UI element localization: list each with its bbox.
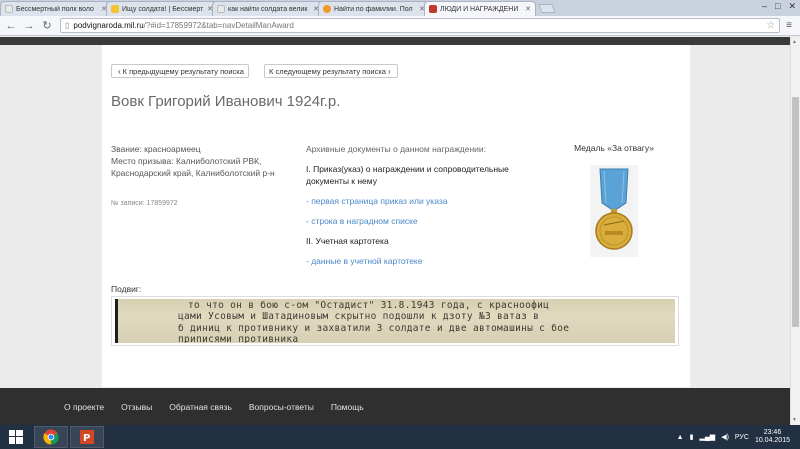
maximize-icon[interactable]: □ [775,1,780,12]
new-tab-button[interactable] [538,4,556,13]
person-rank: Звание: красноармеец [111,144,201,154]
browser-menu-icon[interactable]: ≡ [786,20,792,31]
system-tray: ▲ ▮ ▂▄▆ ◀) РУС 23:46 10.04.2015 [677,425,800,449]
browser-tab-0[interactable]: Бессмертный полк воло ✕ [0,1,112,16]
screen: Бессмертный полк воло ✕ Ищу солдата! | Б… [0,0,800,449]
taskbar-chrome-button[interactable] [34,426,68,448]
next-result-label: К следующему результату поиска [269,66,386,76]
url-path: /?#id=17859972&tab=navDetailManAward [143,21,294,30]
feat-line: приписями противника [178,334,299,343]
close-icon[interactable]: ✕ [788,1,796,12]
footer-link-faq[interactable]: Вопросы-ответы [249,402,314,412]
feat-line: то что он в бою с-ом "Остадист" 31.8.194… [188,300,550,311]
footer-link-about[interactable]: О проекте [64,402,104,412]
back-arrow-icon[interactable]: ← [4,19,18,33]
tab-label: Бессмертный полк воло [16,5,94,13]
feat-line: цами Усовым и Шатадиновым скрытно подошл… [178,311,540,322]
person-name: Вовк Григорий Иванович 1924г.р. [111,93,341,110]
clock-date: 10.04.2015 [754,437,790,444]
site-footer: О проекте Отзывы Обратная связь Вопросы-… [0,388,790,425]
taskbar: P ▲ ▮ ▂▄▆ ◀) РУС 23:46 10.04.2015 [0,425,800,449]
tab-favicon-icon [429,5,437,13]
start-button[interactable] [0,425,32,449]
footer-link-feedback[interactable]: Обратная связь [169,402,232,412]
tab-label: Найти по фамилии. Пол [334,5,413,13]
tab-favicon-icon [323,5,331,13]
link-order-first-page[interactable]: - первая страница приказ или указа [306,195,546,207]
scroll-up-icon[interactable]: ▲ [792,39,797,45]
reload-icon[interactable]: ↻ [40,19,54,33]
clock-time: 23:46 [763,429,782,436]
next-result-button[interactable]: К следующему результату поиска › [264,64,398,78]
main-content: ‹ К предыдущему результату поиска К след… [102,45,690,387]
browser-tab-3[interactable]: Найти по фамилии. Пол ✕ [318,1,430,16]
powerpoint-icon: P [80,430,94,444]
prev-result-button[interactable]: ‹ К предыдущему результату поиска [111,64,249,78]
network-icon[interactable]: ▂▄▆ [699,433,715,441]
archive-heading: Архивные документы о данном награждении: [306,144,486,154]
person-draft-place: Место призыва: Калниболотский РВК, Красн… [111,156,275,178]
clock[interactable]: 23:46 10.04.2015 [755,429,790,445]
volume-icon[interactable]: ◀) [721,433,729,441]
tab-favicon-icon [217,5,225,13]
windows-logo-icon [9,430,23,444]
browser-tab-1[interactable]: Ищу солдата! | Бессмерт ✕ [106,1,218,16]
link-award-list-line[interactable]: - строка в наградном списке [306,215,546,227]
tab-favicon-icon [111,5,119,13]
browser-toolbar: ← → ↻ ▯ podvignaroda.mil.ru/?#id=1785997… [0,16,800,36]
bookmark-star-icon[interactable]: ☆ [766,20,775,31]
prev-result-label: К предыдущему результату поиска [122,66,244,76]
feat-label: Подвиг: [111,284,142,294]
archive-documents: Архивные документы о данном награждении:… [306,143,546,267]
archive-section-order: I. Приказ(указ) о награждении и сопровод… [306,164,509,186]
tab-label: ЛЮДИ И НАГРАЖДЕНИ [440,5,519,13]
window-controls: – □ ✕ [762,1,796,12]
tray-arrow-icon[interactable]: ▲ [677,434,684,441]
browser-tab-2[interactable]: как найти солдата велик ✕ [212,1,324,16]
taskbar-powerpoint-button[interactable]: P [70,426,104,448]
chrome-icon [43,429,59,445]
chevron-left-icon: ‹ [118,66,121,76]
language-indicator[interactable]: РУС [735,434,749,441]
medal-for-courage-image[interactable] [590,165,638,257]
link-card-data[interactable]: - данные в учетной картотеке [306,255,546,267]
forward-arrow-icon[interactable]: → [22,19,36,33]
feat-scan: то что он в бою с-ом "Остадист" 31.8.194… [115,299,675,343]
url-host: podvignaroda.mil.ru [73,21,144,30]
page-icon: ▯ [65,21,70,30]
minimize-icon[interactable]: – [762,1,767,12]
footer-link-help[interactable]: Помощь [331,402,364,412]
browser-tab-4[interactable]: ЛЮДИ И НАГРАЖДЕНИ ✕ [424,1,536,16]
record-number: № записи: 17859972 [111,200,178,207]
tab-strip: Бессмертный полк воло ✕ Ищу солдата! | Б… [0,0,800,16]
award-title: Медаль «За отвагу» [574,143,654,153]
battery-icon[interactable]: ▮ [690,433,694,441]
tab-label: как найти солдата велик [228,5,308,13]
page-viewport: ‹ К предыдущему результату поиска К след… [0,37,790,425]
medal-icon [590,165,638,257]
feat-line: б диниц к противнику и захватили 3 солда… [178,323,570,334]
svg-text:P: P [83,433,90,444]
tab-favicon-icon [5,5,13,13]
page-scrollbar[interactable]: ▲ ▼ [790,37,800,425]
chevron-right-icon: › [387,66,391,76]
feat-document-image: то что он в бою с-ом "Остадист" 31.8.194… [111,296,679,346]
site-header-strip [0,37,790,45]
person-info: Звание: красноармеец Место призыва: Калн… [111,143,296,179]
scroll-thumb[interactable] [792,97,799,327]
address-bar[interactable]: ▯ podvignaroda.mil.ru/?#id=17859972&tab=… [60,18,781,33]
tab-close-icon[interactable]: ✕ [525,5,531,13]
tab-label: Ищу солдата! | Бессмерт [122,5,204,13]
scroll-down-icon[interactable]: ▼ [792,417,797,423]
footer-link-reviews[interactable]: Отзывы [121,402,152,412]
archive-section-cards: II. Учетная картотека [306,236,389,246]
